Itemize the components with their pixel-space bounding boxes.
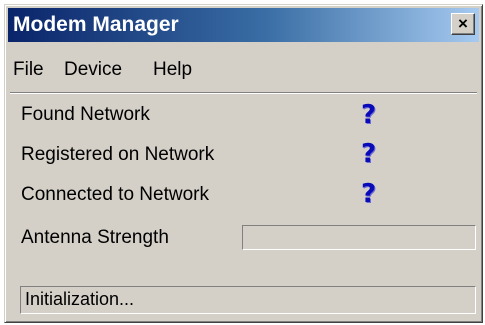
connected-network-question-icon: ?: [361, 179, 377, 209]
menu-separator: [10, 92, 477, 94]
window-title: Modem Manager: [13, 13, 179, 36]
title-bar[interactable]: Modem Manager ×: [8, 8, 479, 42]
close-icon: ×: [458, 14, 468, 33]
found-network-label: Found Network: [21, 104, 150, 125]
antenna-strength-meter: [242, 225, 476, 250]
menu-device[interactable]: Device: [64, 55, 122, 85]
antenna-strength-label: Antenna Strength: [21, 227, 169, 248]
status-bar-text: Initialization...: [25, 289, 135, 309]
found-network-question-icon: ?: [361, 100, 377, 130]
modem-manager-window: Modem Manager × File Device Help Found N…: [4, 4, 483, 323]
menu-help[interactable]: Help: [153, 55, 192, 85]
status-bar: Initialization...: [20, 286, 476, 314]
close-button[interactable]: ×: [451, 13, 475, 35]
registered-network-question-icon: ?: [361, 139, 377, 169]
connected-network-label: Connected to Network: [21, 184, 209, 205]
menu-bar: File Device Help: [8, 55, 479, 85]
menu-file[interactable]: File: [13, 55, 44, 85]
registered-network-label: Registered on Network: [21, 144, 215, 165]
